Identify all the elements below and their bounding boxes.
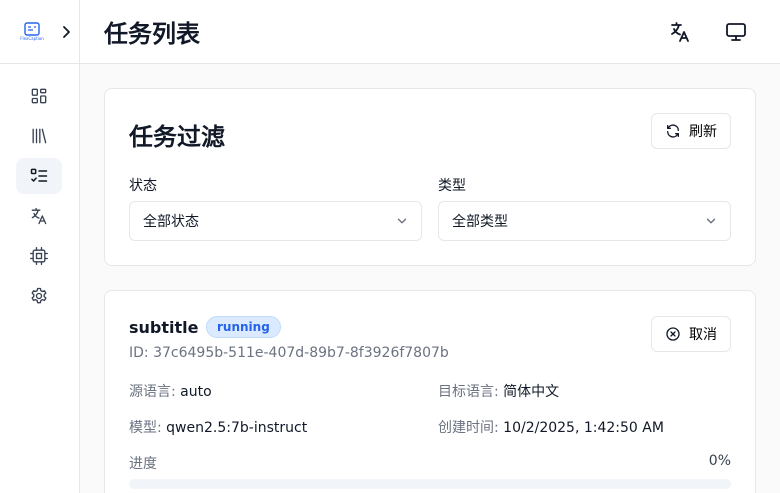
source-language-value: auto <box>180 384 212 400</box>
page-title: 任务列表 <box>104 20 200 48</box>
chevron-down-icon <box>397 218 407 224</box>
type-select-value: 全部类型 <box>452 214 508 230</box>
sidebar-item-models[interactable] <box>16 238 62 274</box>
status-select[interactable]: 全部状态 <box>129 201 422 241</box>
status-filter-label: 状态 <box>129 178 157 194</box>
created-value: 10/2/2025, 1:42:50 AM <box>503 420 664 436</box>
translate-icon <box>31 207 47 225</box>
refresh-label: 刷新 <box>689 123 717 139</box>
task-card: subtitle running ID: 37c6495b-511e-407d-… <box>104 290 756 493</box>
task-id: ID: 37c6495b-511e-407d-89b7-8f3926f7807b <box>129 345 449 361</box>
created-field: 创建时间: 10/2/2025, 1:42:50 AM <box>438 417 664 437</box>
sidebar-item-library[interactable] <box>16 118 62 154</box>
cancel-label: 取消 <box>689 326 717 342</box>
close-circle-icon <box>666 327 680 341</box>
model-field: 模型: qwen2.5:7b-instruct <box>129 417 307 437</box>
sidebar-item-dashboard[interactable] <box>16 78 62 114</box>
progress-value: 0% <box>708 453 731 469</box>
chevron-right-icon[interactable] <box>58 24 74 40</box>
model-value: qwen2.5:7b-instruct <box>166 420 308 436</box>
library-icon <box>32 128 47 144</box>
chevron-down-icon <box>706 218 716 224</box>
cpu-icon <box>30 247 48 265</box>
model-key: 模型: <box>129 420 162 436</box>
task-name: subtitle <box>129 318 199 337</box>
task-id-label: ID: <box>129 345 149 361</box>
type-filter-label: 类型 <box>438 178 466 194</box>
type-select[interactable]: 全部类型 <box>438 201 731 241</box>
brand: FlexCaption <box>0 0 79 64</box>
status-badge: running <box>206 316 281 338</box>
task-id-value: 37c6495b-511e-407d-89b7-8f3926f7807b <box>153 345 449 361</box>
app-root: FlexCaption 任务列表 任务过滤 刷新 状态 全部状态 类型 全部类型… <box>0 0 780 493</box>
source-language-key: 源语言: <box>129 384 176 400</box>
monitor-icon[interactable] <box>724 20 748 44</box>
filter-title: 任务过滤 <box>129 123 225 151</box>
refresh-icon <box>667 124 679 138</box>
sidebar-item-settings[interactable] <box>16 278 62 314</box>
caption-logo-icon <box>24 22 40 36</box>
target-language-value: 简体中文 <box>503 384 560 400</box>
progress-label: 进度 <box>129 456 157 472</box>
source-language-field: 源语言: auto <box>129 381 212 401</box>
filter-card: 任务过滤 刷新 状态 全部状态 类型 全部类型 <box>104 88 756 266</box>
refresh-button[interactable]: 刷新 <box>651 113 731 149</box>
top-header: 任务列表 <box>80 0 780 64</box>
progress-bar <box>129 479 731 489</box>
target-language-key: 目标语言: <box>438 384 499 400</box>
sidebar-item-translate[interactable] <box>16 198 62 234</box>
dashboard-icon <box>31 88 47 104</box>
language-icon[interactable] <box>668 20 692 44</box>
target-language-field: 目标语言: 简体中文 <box>438 381 559 401</box>
status-select-value: 全部状态 <box>143 214 199 230</box>
sidebar-item-tasks[interactable] <box>16 158 62 194</box>
created-key: 创建时间: <box>438 420 499 436</box>
sidebar: FlexCaption <box>0 0 80 493</box>
gear-icon <box>31 287 47 304</box>
sidebar-nav <box>0 64 79 314</box>
task-list-icon <box>30 168 48 182</box>
app-logo[interactable]: FlexCaption <box>18 19 46 45</box>
cancel-button[interactable]: 取消 <box>651 316 731 352</box>
logo-text: FlexCaption <box>20 36 44 41</box>
